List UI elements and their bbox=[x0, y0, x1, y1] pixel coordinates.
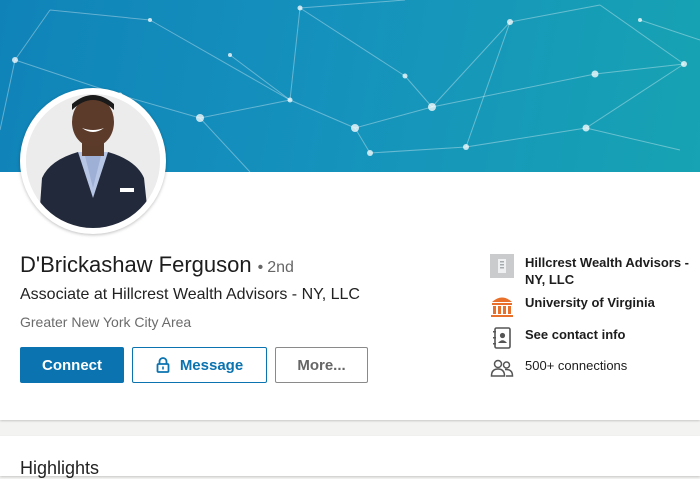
more-button[interactable]: More... bbox=[275, 347, 368, 383]
profile-name: D'Brickashaw Ferguson bbox=[20, 252, 252, 277]
highlights-title: Highlights bbox=[20, 458, 100, 478]
profile-location: Greater New York City Area bbox=[20, 314, 192, 330]
sidebar-contact-label: See contact info bbox=[525, 327, 626, 342]
connection-degree: 2nd bbox=[267, 259, 294, 276]
sidebar-connections[interactable]: 500+ connections bbox=[490, 357, 700, 381]
profile-photo[interactable] bbox=[20, 88, 166, 234]
separator-dot: • bbox=[257, 259, 264, 276]
more-button-label: More... bbox=[297, 356, 346, 374]
connect-button-label: Connect bbox=[42, 356, 102, 374]
sidebar-contact-info[interactable]: See contact info bbox=[490, 326, 700, 350]
lock-icon bbox=[156, 357, 170, 373]
avatar-image bbox=[26, 94, 160, 228]
message-button-label: Message bbox=[179, 356, 244, 374]
contact-card-icon bbox=[490, 326, 514, 350]
sidebar-connections-label: 500+ connections bbox=[525, 358, 628, 373]
profile-headline: Associate at Hillcrest Wealth Advisors -… bbox=[20, 286, 360, 303]
sidebar-school-label: University of Virginia bbox=[525, 295, 655, 310]
profile-card: D'Brickashaw Ferguson • 2nd Associate at H… bbox=[0, 0, 700, 420]
name-row: D'Brickashaw Ferguson • 2nd bbox=[20, 252, 294, 278]
people-icon bbox=[490, 357, 514, 381]
sidebar-company[interactable]: Hillcrest Wealth Advisors - NY, LLC bbox=[490, 254, 700, 288]
message-button[interactable]: Message bbox=[132, 347, 267, 383]
university-icon bbox=[490, 294, 514, 318]
building-icon bbox=[490, 254, 514, 278]
sidebar-school[interactable]: University of Virginia bbox=[490, 294, 700, 318]
highlights-section: Highlights bbox=[0, 436, 700, 478]
sidebar-company-label: Hillcrest Wealth Advisors - NY, LLC bbox=[525, 255, 689, 287]
connect-button[interactable]: Connect bbox=[20, 347, 124, 383]
